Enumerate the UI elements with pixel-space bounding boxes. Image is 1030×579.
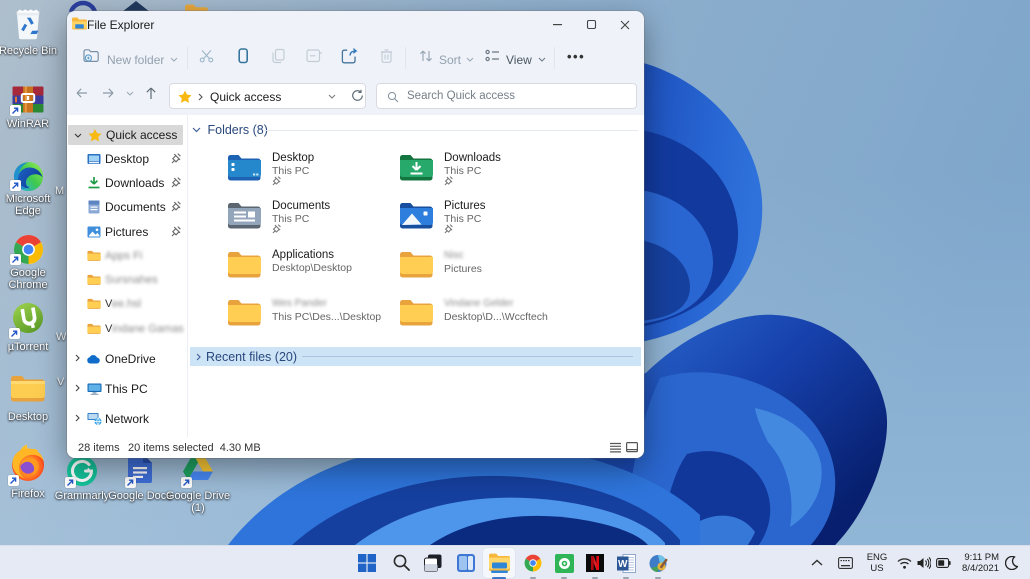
svg-text:W: W <box>618 559 628 570</box>
